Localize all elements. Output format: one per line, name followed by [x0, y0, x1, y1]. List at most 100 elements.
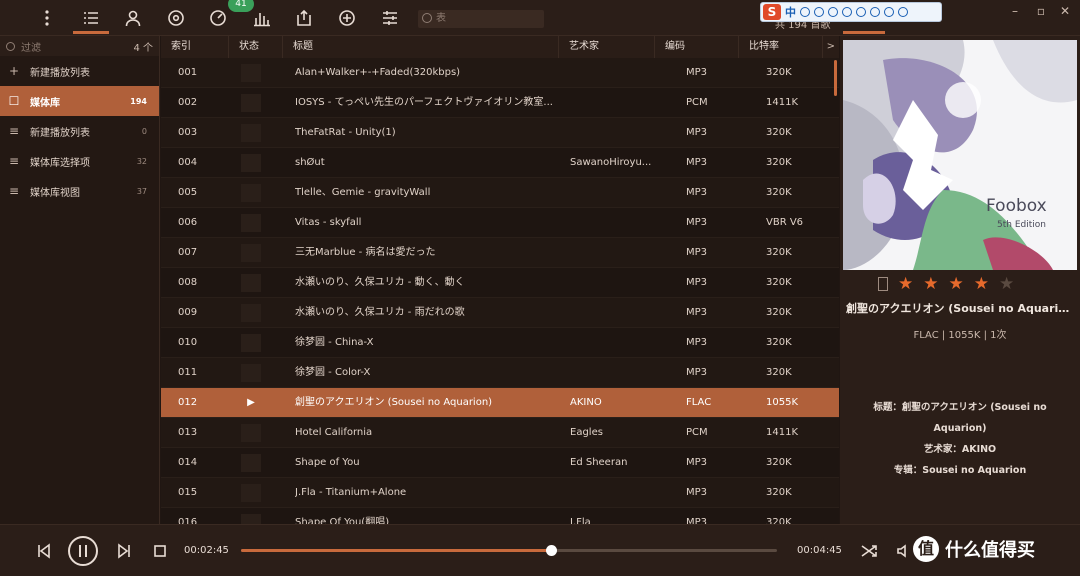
- close-icon[interactable]: ✕: [1058, 4, 1072, 18]
- cell-title: Vitas - skyfall: [295, 217, 362, 228]
- playlist-icon[interactable]: [80, 7, 102, 29]
- search-input[interactable]: 表: [418, 10, 544, 28]
- sidebar-item-label: 媒体库: [30, 97, 60, 109]
- seek-bar[interactable]: [241, 545, 777, 556]
- sidebar-item-count: 194: [130, 96, 147, 106]
- export-icon[interactable]: [293, 7, 315, 29]
- table-row[interactable]: 003 TheFatRat - Unity(1) MP3 320K: [161, 118, 839, 148]
- shuffle-icon[interactable]: [857, 539, 881, 563]
- table-row[interactable]: 012 ▶ 創聖のアクエリオン (Sousei no Aquarion) AKINO F…: [161, 388, 839, 418]
- table-row[interactable]: 002 IOSYS - てっぺい先生のパーフェクトヴァイオリン教室... PCM 14…: [161, 88, 839, 118]
- cell-title: Tlelle、Gemie - gravityWall: [295, 187, 431, 198]
- top-toolbar: 41 表 共 194 首歌 S 中 – ▫ ✕: [0, 0, 1080, 36]
- ime-skin-icon[interactable]: [884, 7, 894, 17]
- cell-codec: MP3: [686, 307, 708, 318]
- user-icon[interactable]: [122, 7, 144, 29]
- table-row[interactable]: 007 三无Marblue - 病名は愛だった MP3 320K: [161, 238, 839, 268]
- cell-codec: MP3: [686, 127, 708, 138]
- table-row[interactable]: 004 shØut SawanoHiroyu... MP3 320K: [161, 148, 839, 178]
- cell-title: shØut: [295, 157, 325, 168]
- cover-art: [843, 40, 1077, 270]
- ime-mode[interactable]: 中: [785, 4, 796, 20]
- cell-artist: Eagles: [570, 427, 603, 438]
- star-icon[interactable]: ★: [923, 276, 938, 293]
- table-header: 索引 状态 标题 艺术家 编码 比特率 >: [161, 36, 839, 58]
- ime-moon-icon[interactable]: [800, 7, 810, 17]
- equalizer-icon[interactable]: [251, 7, 273, 29]
- col-title[interactable]: 标题: [283, 36, 559, 58]
- cell-index: 008: [178, 277, 198, 288]
- star-icon[interactable]: ★: [898, 276, 913, 293]
- table-row[interactable]: 009 水瀬いのり、久保ユリカ - 雨だれの歌 MP3 320K: [161, 298, 839, 328]
- add-circle-icon[interactable]: [336, 7, 358, 29]
- cell-codec: FLAC: [686, 397, 712, 408]
- table-row[interactable]: 006 Vitas - skyfall MP3 VBR V6: [161, 208, 839, 238]
- table-row[interactable]: 005 Tlelle、Gemie - gravityWall MP3 320K: [161, 178, 839, 208]
- settings-sliders-icon[interactable]: [379, 7, 401, 29]
- star-icon[interactable]: ★: [999, 276, 1014, 293]
- cell-bitrate: 1055K: [766, 397, 799, 408]
- cell-codec: MP3: [686, 67, 708, 78]
- disc-icon[interactable]: [165, 7, 187, 29]
- ime-user-icon[interactable]: [870, 7, 880, 17]
- ime-mic-icon[interactable]: [842, 7, 852, 17]
- sidebar-item-2[interactable]: ≡ 新建播放列表 0: [0, 116, 159, 146]
- col-status[interactable]: 状态: [229, 36, 283, 58]
- table-row[interactable]: 001 Alan+Walker+-+Faded(320kbps) MP3 320K: [161, 58, 839, 88]
- ime-keyboard-icon[interactable]: [856, 7, 866, 17]
- cell-index: 009: [178, 307, 198, 318]
- cell-title: Shape Of You(翻唱): [295, 517, 390, 524]
- col-codec[interactable]: 编码: [655, 36, 739, 58]
- seek-bar-knob[interactable]: [546, 545, 557, 556]
- cell-index: 010: [178, 337, 198, 348]
- sidebar-item-4[interactable]: ≡ 媒体库视图 37: [0, 176, 159, 206]
- next-icon[interactable]: [112, 539, 136, 563]
- cell-index: 003: [178, 127, 198, 138]
- cell-title: Shape of You: [295, 457, 360, 468]
- table-row[interactable]: 013 Hotel California Eagles PCM 1411K: [161, 418, 839, 448]
- table-row[interactable]: 015 J.Fla - Titanium+Alone MP3 320K: [161, 478, 839, 508]
- watermark-logo: 值: [913, 536, 939, 562]
- sidebar-item-0[interactable]: + 新建播放列表: [0, 56, 159, 86]
- bookmark-icon[interactable]: [878, 277, 888, 291]
- rating[interactable]: ★ ★ ★ ★ ★: [878, 276, 1014, 293]
- table-row[interactable]: 011 徐梦圆 - Color-X MP3 320K: [161, 358, 839, 388]
- cell-bitrate: 1411K: [766, 97, 799, 108]
- cell-status: [241, 94, 261, 112]
- cell-bitrate: 320K: [766, 487, 792, 498]
- table-row[interactable]: 014 Shape of You Ed Sheeran MP3 320K: [161, 448, 839, 478]
- scrollbar[interactable]: [834, 60, 837, 96]
- cell-index: 014: [178, 457, 198, 468]
- cell-codec: PCM: [686, 97, 708, 108]
- ime-punct-icon[interactable]: [814, 7, 824, 17]
- col-artist[interactable]: 艺术家: [559, 36, 655, 58]
- col-index[interactable]: 索引: [161, 36, 229, 58]
- more-vertical-icon[interactable]: [36, 7, 58, 29]
- minimize-icon[interactable]: –: [1008, 4, 1022, 18]
- ime-emoji-icon[interactable]: [828, 7, 838, 17]
- ime-toolbar[interactable]: S 中: [760, 2, 942, 22]
- star-icon[interactable]: ★: [949, 276, 964, 293]
- gauge-icon[interactable]: [207, 7, 229, 29]
- table-row[interactable]: 016 Shape Of You(翻唱) J.Fla MP3 320K: [161, 508, 839, 524]
- total-time: 00:04:45: [797, 545, 842, 556]
- star-icon[interactable]: ★: [974, 276, 989, 293]
- cell-status: [241, 334, 261, 352]
- cell-bitrate: 320K: [766, 157, 792, 168]
- cell-status: [241, 184, 261, 202]
- previous-icon[interactable]: [32, 539, 56, 563]
- playlist-item-icon: ≡: [8, 124, 20, 138]
- maximize-icon[interactable]: ▫: [1034, 4, 1048, 18]
- table-row[interactable]: 010 徐梦圆 - China-X MP3 320K: [161, 328, 839, 358]
- sidebar-item-1[interactable]: ☐ 媒体库 194: [0, 86, 159, 116]
- filter-input[interactable]: 过滤 4 个: [0, 36, 159, 56]
- more-columns-icon[interactable]: >: [827, 36, 835, 58]
- col-bitrate[interactable]: 比特率: [739, 36, 823, 58]
- table-body: 001 Alan+Walker+-+Faded(320kbps) MP3 320K 00…: [161, 58, 839, 524]
- ime-tools-icon[interactable]: [898, 7, 908, 17]
- sidebar-item-3[interactable]: ≡ 媒体库选择项 32: [0, 146, 159, 176]
- table-row[interactable]: 008 水瀬いのり、久保ユリカ - 動く、動く MP3 320K: [161, 268, 839, 298]
- stop-icon[interactable]: [148, 539, 172, 563]
- pause-button[interactable]: [68, 536, 98, 566]
- cell-bitrate: 320K: [766, 127, 792, 138]
